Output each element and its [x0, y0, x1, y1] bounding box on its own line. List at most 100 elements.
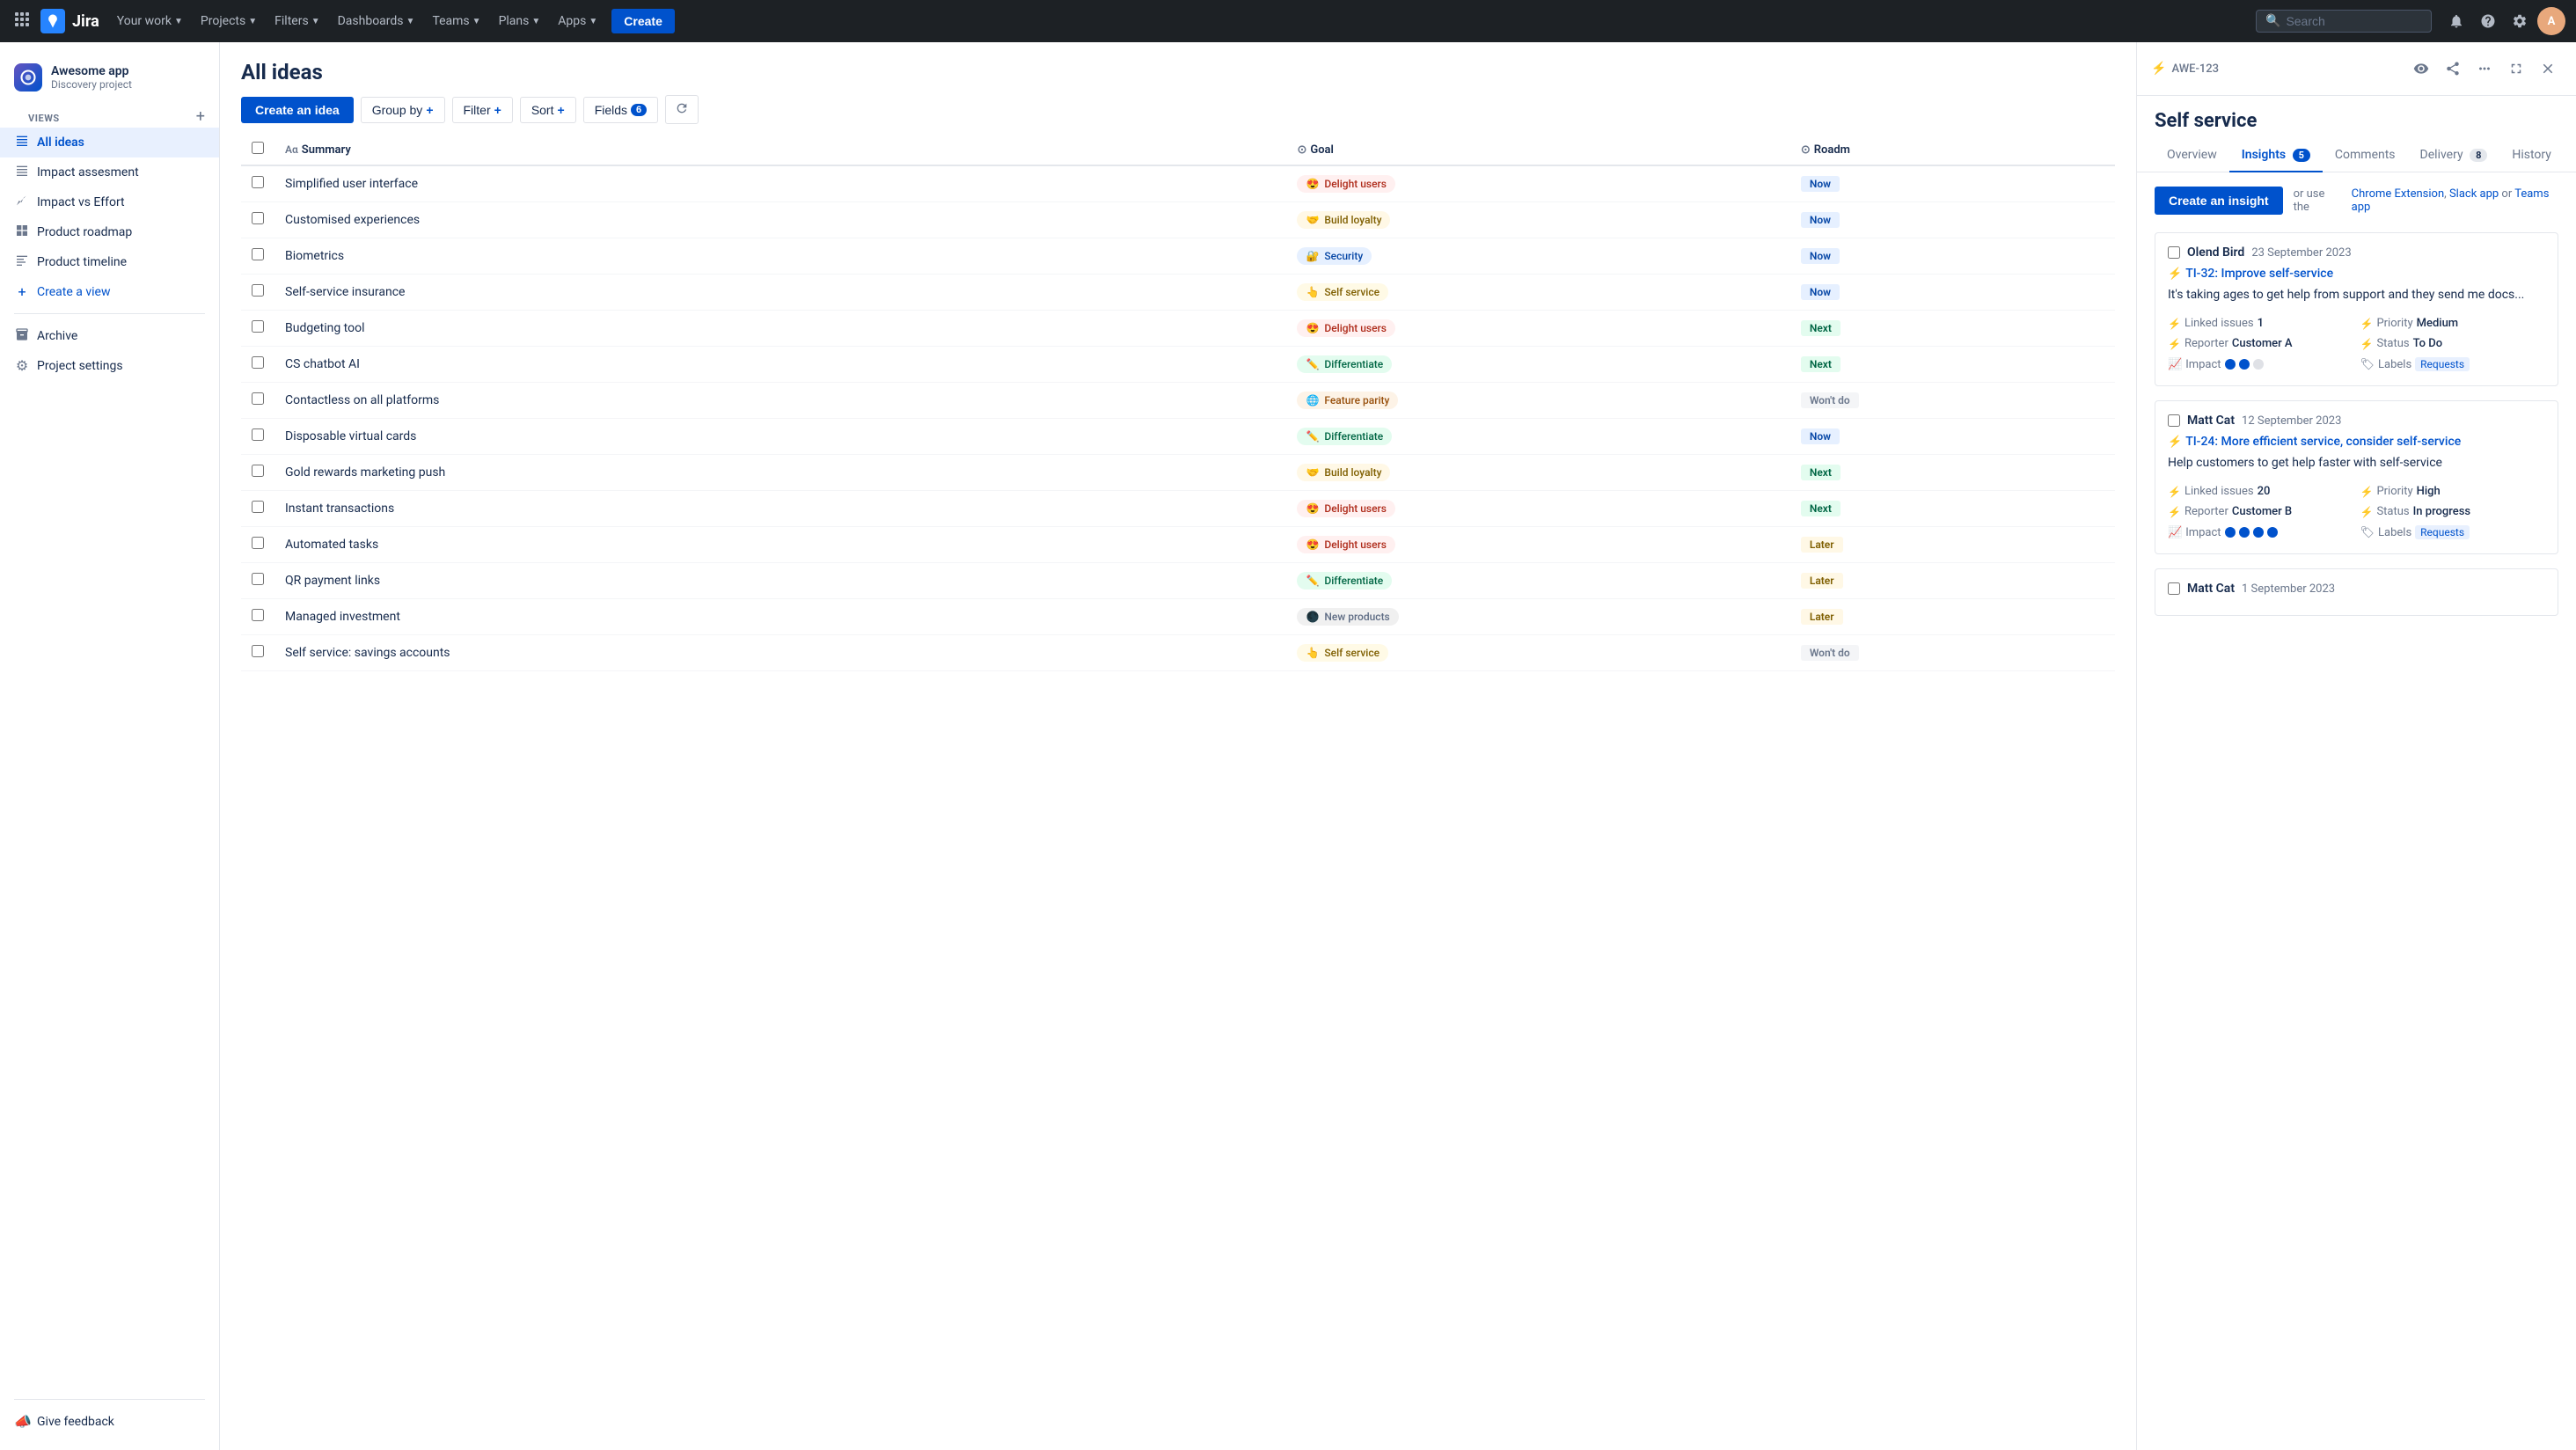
insight-checkbox-1[interactable]: [2168, 246, 2180, 259]
sidebar-item-impact-effort[interactable]: Impact vs Effort: [0, 187, 219, 217]
row-checkbox-3[interactable]: [252, 284, 264, 297]
row-checkbox-10[interactable]: [252, 537, 264, 549]
row-checkbox-2[interactable]: [252, 248, 264, 260]
table-row: CS chatbot AI ✏️ Differentiate Next: [241, 347, 2115, 383]
row-checkbox-6[interactable]: [252, 392, 264, 405]
row-checkbox-13[interactable]: [252, 645, 264, 657]
tab-comments[interactable]: Comments: [2323, 139, 2408, 172]
detail-body: Create an insight or use the Chrome Exte…: [2137, 172, 2576, 1450]
issue-id: ⚡ AWE-123: [2151, 62, 2219, 76]
goal-icon: ⊙: [1297, 143, 1306, 157]
watch-button[interactable]: [2407, 55, 2435, 83]
row-summary-6: Contactless on all platforms: [274, 383, 1286, 419]
row-checkbox-cell: [241, 275, 274, 311]
table-body: Simplified user interface 😍 Delight user…: [241, 165, 2115, 671]
nav-icons: A: [2442, 7, 2565, 35]
row-checkbox-8[interactable]: [252, 465, 264, 477]
summary-sort-icon: Aα: [285, 143, 298, 156]
share-button[interactable]: [2439, 55, 2467, 83]
insight-link-1[interactable]: ⚡ TI-32: Improve self-service: [2168, 267, 2545, 281]
nav-projects[interactable]: Projects ▼: [194, 11, 264, 32]
insight-link-2[interactable]: ⚡ TI-24: More efficient service, conside…: [2168, 435, 2545, 449]
row-summary-9: Instant transactions: [274, 491, 1286, 527]
select-all-checkbox[interactable]: [252, 142, 264, 154]
search-box[interactable]: 🔍: [2256, 10, 2432, 33]
refresh-button[interactable]: [665, 95, 699, 124]
sidebar-item-create-view[interactable]: + Create a view: [0, 277, 219, 306]
sidebar-item-project-settings[interactable]: ⚙ Project settings: [0, 351, 219, 380]
nav-dashboards[interactable]: Dashboards ▼: [331, 11, 422, 32]
row-road-0: Now: [1790, 165, 2115, 202]
insight-date-3: 1 September 2023: [2242, 582, 2335, 596]
sidebar-item-impact-assessment[interactable]: Impact assesment: [0, 157, 219, 187]
row-road-8: Next: [1790, 455, 2115, 491]
sort-button[interactable]: Sort +: [520, 97, 576, 123]
row-checkbox-7[interactable]: [252, 428, 264, 441]
row-checkbox-4[interactable]: [252, 320, 264, 333]
create-button[interactable]: Create: [611, 9, 675, 33]
row-checkbox-9[interactable]: [252, 501, 264, 513]
sidebar-item-give-feedback[interactable]: 📣 Give feedback: [0, 1407, 219, 1436]
fields-button[interactable]: Fields 6: [583, 97, 658, 123]
product-roadmap-label: Product roadmap: [37, 225, 132, 239]
tab-overview[interactable]: Overview: [2155, 139, 2229, 172]
row-goal-6: 🌐 Feature parity: [1286, 383, 1789, 419]
row-checkbox-12[interactable]: [252, 609, 264, 621]
create-insight-button[interactable]: Create an insight: [2155, 187, 2283, 215]
linked-issues-value-1: 1: [2258, 317, 2264, 330]
detail-title: Self service: [2137, 96, 2576, 139]
more-actions-button[interactable]: [2470, 55, 2499, 83]
all-ideas-icon: [14, 134, 30, 151]
create-idea-button[interactable]: Create an idea: [241, 97, 354, 123]
add-view-icon[interactable]: +: [196, 107, 205, 126]
row-checkbox-5[interactable]: [252, 356, 264, 369]
priority-bolt-2: ⚡: [2360, 486, 2374, 498]
sidebar-item-all-ideas[interactable]: All ideas: [0, 128, 219, 157]
tab-delivery[interactable]: Delivery 8: [2408, 139, 2500, 172]
notifications-icon[interactable]: [2442, 7, 2470, 35]
row-summary-7: Disposable virtual cards: [274, 419, 1286, 455]
sidebar-item-product-timeline[interactable]: Product timeline: [0, 247, 219, 277]
table-row: Simplified user interface 😍 Delight user…: [241, 165, 2115, 202]
sidebar-item-product-roadmap[interactable]: Product roadmap: [0, 217, 219, 247]
reporter-field-2: ⚡ Reporter Customer B: [2168, 503, 2353, 520]
page-title: All ideas: [241, 60, 2115, 84]
sidebar-item-archive[interactable]: Archive: [0, 321, 219, 351]
insight-checkbox-3[interactable]: [2168, 582, 2180, 595]
filter-button[interactable]: Filter +: [452, 97, 513, 123]
row-checkbox-11[interactable]: [252, 573, 264, 585]
group-by-button[interactable]: Group by +: [361, 97, 445, 123]
slack-app-link[interactable]: Slack app: [2449, 187, 2499, 201]
linked-issues-bolt-1: ⚡: [2168, 318, 2181, 330]
row-summary-13: Self service: savings accounts: [274, 635, 1286, 671]
nav-apps[interactable]: Apps ▼: [551, 11, 604, 32]
settings-icon[interactable]: [2506, 7, 2534, 35]
chrome-extension-link[interactable]: Chrome Extension: [2352, 187, 2444, 201]
row-checkbox-0[interactable]: [252, 176, 264, 188]
row-goal-0: 😍 Delight users: [1286, 165, 1789, 202]
avatar[interactable]: A: [2537, 7, 2565, 35]
row-checkbox-cell: [241, 599, 274, 635]
insight-checkbox-2[interactable]: [2168, 414, 2180, 427]
table-row: Self-service insurance 👆 Self service No…: [241, 275, 2115, 311]
reporter-bolt-2: ⚡: [2168, 506, 2181, 518]
nav-plans[interactable]: Plans ▼: [492, 11, 548, 32]
expand-button[interactable]: [2502, 55, 2530, 83]
row-checkbox-1[interactable]: [252, 212, 264, 224]
tab-history[interactable]: History: [2499, 139, 2564, 172]
create-insight-row: Create an insight or use the Chrome Exte…: [2155, 187, 2558, 215]
status-bolt-1: ⚡: [2360, 338, 2374, 350]
nav-your-work[interactable]: Your work ▼: [110, 11, 190, 32]
help-icon[interactable]: [2474, 7, 2502, 35]
status-value-2: In progress: [2413, 505, 2470, 518]
nav-teams[interactable]: Teams ▼: [425, 11, 487, 32]
impact-dots-2: [2225, 527, 2278, 538]
jira-logo[interactable]: Jira: [40, 9, 99, 33]
row-road-10: Later: [1790, 527, 2115, 563]
status-field-2: ⚡ Status In progress: [2360, 503, 2546, 520]
close-button[interactable]: [2534, 55, 2562, 83]
search-input[interactable]: [2286, 14, 2409, 28]
nav-filters[interactable]: Filters ▼: [267, 11, 326, 32]
tab-insights[interactable]: Insights 5: [2229, 139, 2323, 172]
app-grid-icon[interactable]: [11, 8, 33, 34]
